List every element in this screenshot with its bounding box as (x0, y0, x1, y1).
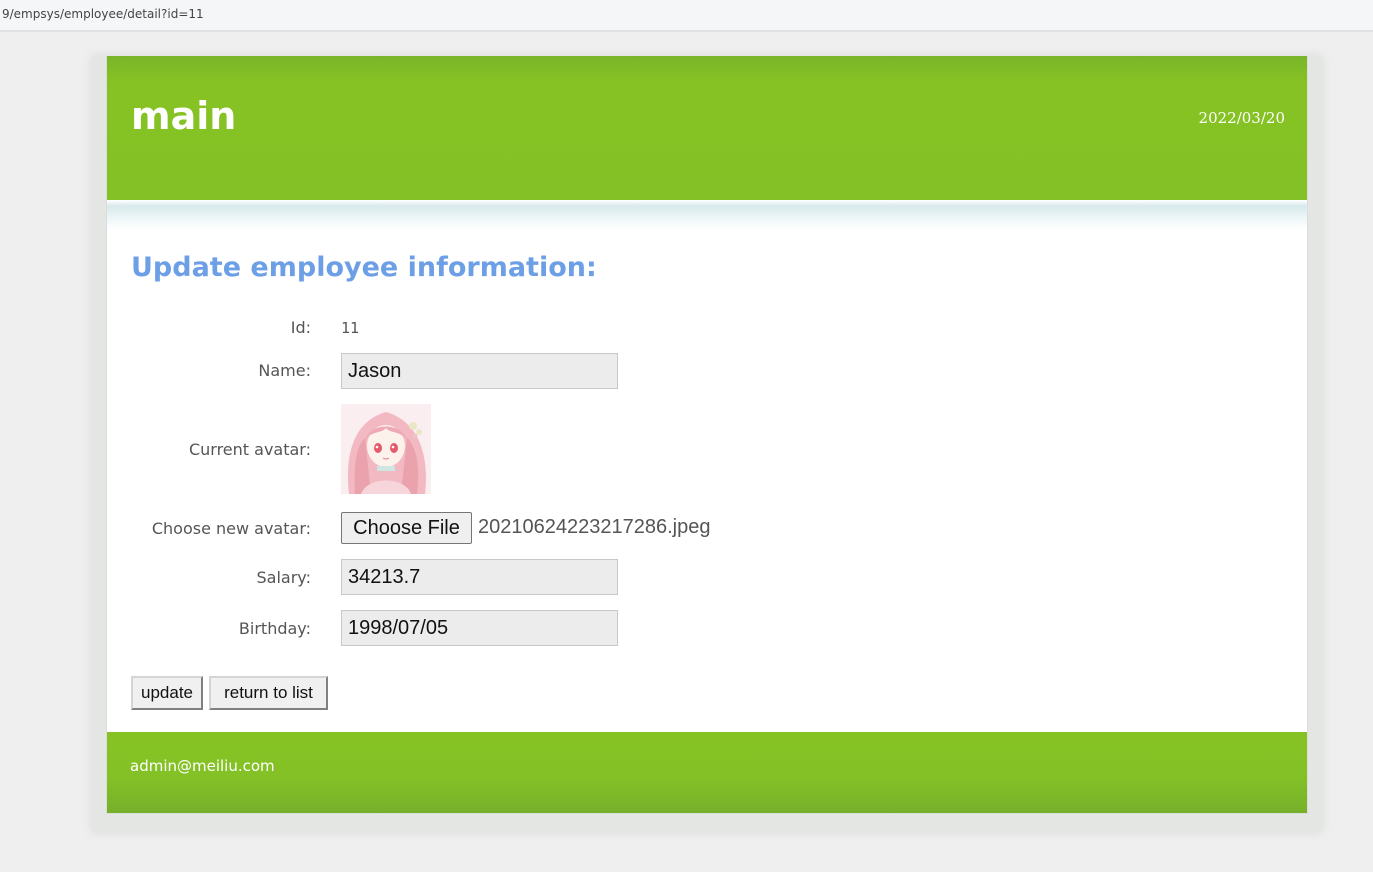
selected-file-name: 20210624223217286.jpeg (478, 516, 711, 538)
salary-input[interactable] (341, 559, 618, 595)
return-to-list-button[interactable]: return to list (209, 676, 328, 710)
update-button[interactable]: update (131, 676, 203, 710)
choose-file-button[interactable]: Choose File (341, 512, 472, 544)
header-divider (107, 200, 1307, 230)
salary-label: Salary: (256, 568, 311, 587)
name-input[interactable] (341, 353, 618, 389)
name-label: Name: (258, 361, 311, 380)
header-banner: main 2022/03/20 (107, 56, 1307, 200)
address-bar[interactable]: 9/empsys/employee/detail?id=11 (0, 0, 1373, 32)
url-text[interactable]: 9/empsys/employee/detail?id=11 (2, 7, 204, 21)
page-heading: Update employee information: (131, 252, 597, 283)
footer: admin@meiliu.com (107, 732, 1307, 813)
current-avatar-label: Current avatar: (188, 440, 311, 459)
current-avatar-image (341, 404, 431, 494)
header-date: 2022/03/20 (1198, 109, 1285, 127)
footer-email: admin@meiliu.com (130, 757, 275, 775)
id-value: 11 (341, 319, 360, 337)
id-label: Id: (290, 318, 311, 337)
new-avatar-label: Choose new avatar: (151, 519, 311, 538)
birthday-label: Birthday: (238, 619, 311, 638)
site-title: main (131, 94, 237, 138)
page-container: main 2022/03/20 Update employee informat… (106, 56, 1308, 814)
birthday-input[interactable] (341, 610, 618, 646)
